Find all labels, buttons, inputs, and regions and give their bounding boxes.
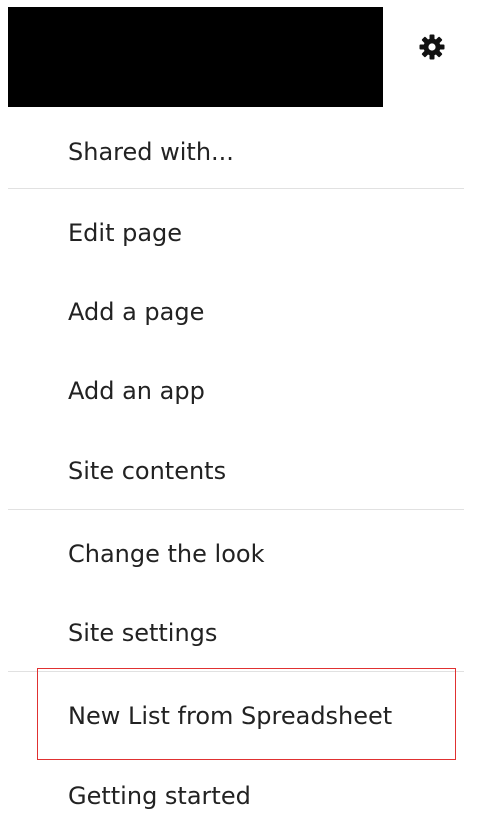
menu-divider — [8, 188, 464, 189]
menu-item-change-the-look[interactable]: Change the look — [68, 539, 264, 569]
menu-divider — [8, 509, 464, 510]
highlight-box — [37, 668, 456, 760]
redacted-area — [8, 7, 383, 107]
gear-icon[interactable] — [418, 33, 446, 61]
menu-item-site-settings[interactable]: Site settings — [68, 618, 217, 648]
menu-item-getting-started[interactable]: Getting started — [68, 781, 251, 811]
menu-item-site-contents[interactable]: Site contents — [68, 456, 226, 486]
menu-item-add-an-app[interactable]: Add an app — [68, 376, 205, 406]
top-bar — [0, 0, 477, 110]
menu-item-edit-page[interactable]: Edit page — [68, 218, 182, 248]
menu-item-shared-with[interactable]: Shared with... — [68, 137, 234, 167]
menu-item-add-a-page[interactable]: Add a page — [68, 297, 204, 327]
